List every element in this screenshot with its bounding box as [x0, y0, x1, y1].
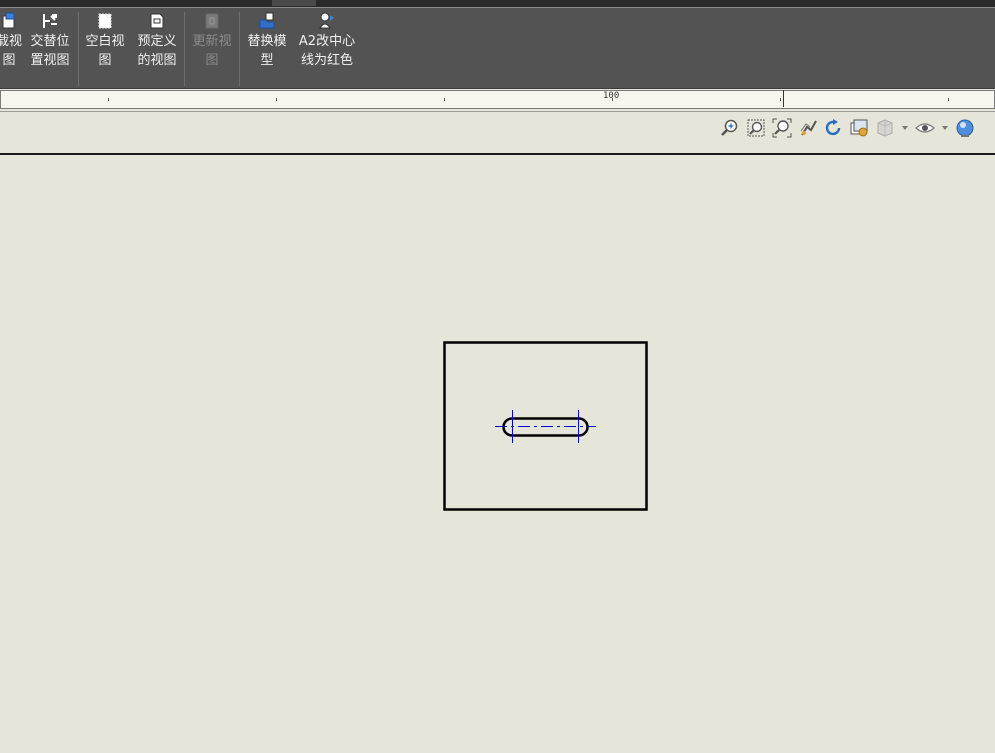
view-manager-dropdown-arrow-icon[interactable] — [902, 126, 908, 130]
globe-icon[interactable] — [955, 118, 975, 138]
redraw-icon[interactable] — [823, 118, 843, 138]
replace-model-button[interactable]: 替换模 型 — [243, 10, 291, 80]
predefined-view-label-1: 预定义 — [137, 34, 177, 49]
ruler-tick — [948, 98, 949, 101]
centerline-red-label-2: 线为红色 — [300, 53, 353, 68]
zoom-in-icon[interactable] — [720, 118, 740, 138]
display-style-icon[interactable] — [849, 118, 869, 138]
update-view-label-1: 更新视 — [192, 34, 232, 49]
centerline-red-button[interactable]: A2改中心 线为红色 — [294, 10, 360, 80]
alternate-position-view-label-1: 交替位 — [30, 34, 70, 49]
blank-view-label-1: 空白视 — [85, 34, 125, 49]
replace-model-label-2: 型 — [260, 53, 274, 68]
predefined-view-icon — [150, 13, 164, 29]
ribbon-separator — [239, 12, 240, 86]
visibility-icon[interactable] — [915, 118, 935, 138]
visibility-dropdown-arrow-icon[interactable] — [942, 126, 948, 130]
load-view-icon — [2, 12, 15, 29]
window-top-strip — [0, 0, 995, 8]
replace-model-icon — [259, 12, 275, 29]
pan-icon[interactable] — [798, 118, 818, 138]
load-view-label-1: 载视 — [0, 34, 22, 49]
zoom-window-icon[interactable] — [746, 118, 766, 138]
replace-model-label-1: 替换模 — [247, 34, 287, 49]
alternate-position-view-icon — [43, 14, 57, 28]
ruler-label: 100 — [603, 91, 620, 101]
drawing-view[interactable] — [0, 155, 995, 753]
update-view-button[interactable]: 更新视 图 — [188, 10, 236, 80]
ruler-tick — [276, 98, 277, 101]
ruler-tick — [444, 98, 445, 101]
predefined-view-button[interactable]: 预定义 的视图 — [132, 10, 182, 80]
ruler-split-marker[interactable] — [783, 90, 784, 107]
zoom-out-icon[interactable] — [772, 118, 792, 138]
load-view-button[interactable]: 载视 图 — [0, 10, 28, 80]
ruler[interactable]: 100 — [0, 89, 995, 112]
blank-view-icon — [98, 13, 112, 29]
blank-view-button[interactable]: 空白视 图 — [82, 10, 128, 80]
blank-view-label-2: 图 — [98, 53, 112, 68]
drawing-canvas[interactable] — [0, 155, 995, 753]
predefined-view-label-2: 的视图 — [137, 53, 177, 68]
centerline-red-icon — [319, 12, 334, 29]
alternate-position-view-button[interactable]: 交替位 置视图 — [26, 10, 74, 80]
alternate-position-view-label-2: 置视图 — [30, 53, 70, 68]
ribbon-separator — [78, 12, 79, 86]
update-view-icon — [205, 13, 219, 29]
ribbon-panel: 载视 图 交替位 置视图 空白视 图 预定义 的视图 更新视 图 替换模 型 A… — [0, 8, 995, 88]
active-tab-marker[interactable] — [272, 0, 316, 6]
view-manager-icon[interactable] — [875, 118, 895, 138]
ruler-bar — [0, 90, 995, 109]
ruler-tick — [108, 98, 109, 101]
load-view-label-2: 图 — [2, 53, 16, 68]
ruler-tick — [780, 98, 781, 101]
update-view-label-2: 图 — [205, 53, 219, 68]
ribbon-separator — [184, 12, 185, 86]
view-toolbar — [0, 112, 995, 155]
centerline-red-label-1: A2改中心 — [298, 34, 356, 49]
